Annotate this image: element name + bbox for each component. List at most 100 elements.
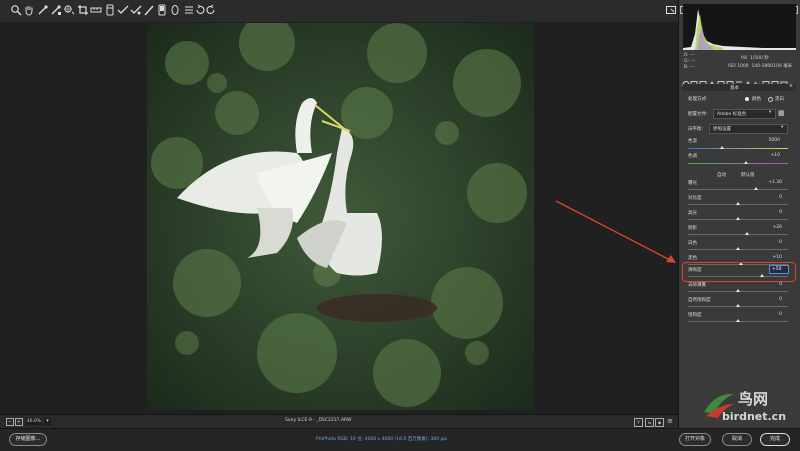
adjustment-brush-icon[interactable] <box>129 4 142 17</box>
annotation-arrow <box>555 200 676 263</box>
slider-thumb[interactable] <box>745 232 749 235</box>
slider-thumb[interactable] <box>736 319 740 322</box>
tint-slider-thumb[interactable] <box>744 161 748 164</box>
crop-icon[interactable] <box>76 4 89 17</box>
slider-track[interactable] <box>688 234 788 235</box>
treatment-label: 处理方式: <box>688 97 708 102</box>
zoom-dropdown-icon[interactable]: ▾ <box>44 418 51 425</box>
slider-value[interactable]: +1.30 <box>762 180 782 185</box>
tint-value[interactable]: +10 <box>760 153 781 158</box>
copy-settings-icon[interactable]: ◆ <box>655 418 664 427</box>
wb-label: 白平衡: <box>688 127 704 132</box>
slider-value[interactable]: 0 <box>762 297 782 302</box>
treatment-bw-label: 黑白 <box>775 97 784 102</box>
watermark-url: birdnet.cn <box>722 410 787 423</box>
file-name: Sony ILCE-9 - _DSC2237.ARW <box>285 418 352 423</box>
slider-label: 对比度 <box>688 196 702 201</box>
section-menu-icon[interactable]: ≡ <box>789 84 793 89</box>
slider-thumb[interactable] <box>736 217 740 220</box>
slider-value[interactable]: 0 <box>762 210 782 215</box>
rgb-g-readout: G: --- <box>684 59 696 64</box>
fullscreen-icon[interactable] <box>664 4 677 17</box>
zoom-in-button[interactable]: + <box>15 418 23 426</box>
red-eye-icon[interactable] <box>116 4 129 17</box>
profile-browser-icon[interactable]: ▦ <box>778 109 785 117</box>
swap-settings-icon[interactable]: ⇆ <box>645 418 654 427</box>
slider-label: 高光 <box>688 211 697 216</box>
auto-link[interactable]: 自动 <box>717 172 726 178</box>
preferences-icon[interactable]: ≡ <box>666 418 674 425</box>
slider-thumb[interactable] <box>736 289 740 292</box>
slider-label: 去除薄雾 <box>688 283 706 288</box>
temp-value[interactable]: 5000 <box>760 138 780 143</box>
zoom-icon[interactable] <box>9 4 22 17</box>
section-title: 基本 <box>730 86 739 91</box>
slider-track[interactable] <box>688 189 788 190</box>
panel-tabs: fx <box>681 74 798 90</box>
rgb-b-readout: B: --- <box>684 65 695 70</box>
white-balance-icon[interactable] <box>36 4 49 17</box>
slider-thumb[interactable] <box>754 187 758 190</box>
rotate-right-icon[interactable] <box>204 4 217 17</box>
profile-value: Adobe 标准色 <box>717 112 747 117</box>
straighten-icon[interactable] <box>89 4 102 17</box>
treatment-color-radio[interactable] <box>745 97 749 101</box>
histogram <box>683 4 796 50</box>
clarity-slider-thumb[interactable] <box>760 274 764 277</box>
tint-label: 色调 <box>688 154 697 159</box>
graduated-filter-icon[interactable] <box>142 4 155 17</box>
slider-value[interactable]: 0 <box>762 282 782 287</box>
slider-value[interactable]: 0 <box>762 195 782 200</box>
open-object-button[interactable]: 打开对象 <box>679 433 711 446</box>
slider-value[interactable]: +10 <box>762 255 783 260</box>
tint-slider-track[interactable] <box>688 163 788 164</box>
slider-label: 阴影 <box>688 226 697 231</box>
zoom-level[interactable]: 46.0% <box>26 418 42 425</box>
save-image-button[interactable]: 存储图像... <box>9 433 47 446</box>
clarity-value-input[interactable]: +50 <box>769 265 789 274</box>
egrets-photo <box>147 23 534 410</box>
profile-dropdown[interactable]: Adobe 标准色 ▾ <box>713 109 776 119</box>
color-sampler-icon[interactable] <box>49 4 62 17</box>
birdnet-watermark: 鸟网 birdnet.cn <box>700 386 800 428</box>
top-toolbar <box>0 0 678 23</box>
done-button[interactable]: 完成 <box>760 433 790 446</box>
slider-thumb[interactable] <box>736 202 740 205</box>
slider-thumb[interactable] <box>736 247 740 250</box>
spot-removal-icon[interactable] <box>103 4 116 17</box>
temp-label: 色温 <box>688 139 697 144</box>
exif-iso-lens: ISO 1000 140-2800100 毫米 <box>728 64 793 69</box>
chevron-down-icon: ▾ <box>781 125 784 130</box>
treatment-bw-radio[interactable] <box>768 97 773 102</box>
exif-aperture: f/8 1/500 秒 <box>741 56 769 61</box>
temp-slider-thumb[interactable] <box>720 146 724 149</box>
clarity-slider-track[interactable] <box>688 276 788 277</box>
slider-thumb[interactable] <box>736 304 740 307</box>
workflow-options-link[interactable]: ProPhoto RGB; 16 位; 4000 x 4000 (16.0 百万… <box>316 436 447 442</box>
slider-value[interactable]: 0 <box>762 312 782 317</box>
slider-value[interactable]: +26 <box>762 225 783 230</box>
rgb-r-readout: R: --- <box>684 53 695 58</box>
profile-label: 配置文件: <box>688 112 708 117</box>
slider-label: 饱和度 <box>688 313 702 318</box>
wb-dropdown[interactable]: 原照设置 ▾ <box>709 124 788 134</box>
photo-preview[interactable] <box>147 23 534 410</box>
wb-value: 原照设置 <box>713 127 731 132</box>
clarity-label: 清晰度 <box>688 268 702 273</box>
radial-filter-icon[interactable] <box>155 4 168 17</box>
clarity-value: +50 <box>772 267 782 272</box>
temp-slider-track[interactable] <box>688 148 788 149</box>
zoom-out-button[interactable]: − <box>6 418 14 426</box>
target-adjust-icon[interactable] <box>62 4 75 17</box>
slider-label: 自然饱和度 <box>688 298 711 303</box>
view-before-after-icon[interactable]: Y <box>634 418 643 427</box>
treatment-color-label: 颜色 <box>752 97 761 102</box>
slider-value[interactable]: 0 <box>762 240 782 245</box>
default-link[interactable]: 默认值 <box>741 172 755 178</box>
section-header <box>683 84 796 91</box>
chevron-down-icon: ▾ <box>769 110 772 115</box>
hand-icon[interactable] <box>22 4 35 17</box>
cancel-button[interactable]: 取消 <box>722 433 752 446</box>
watermark-cn: 鸟网 <box>738 390 769 408</box>
ellipse-icon[interactable] <box>168 4 181 17</box>
